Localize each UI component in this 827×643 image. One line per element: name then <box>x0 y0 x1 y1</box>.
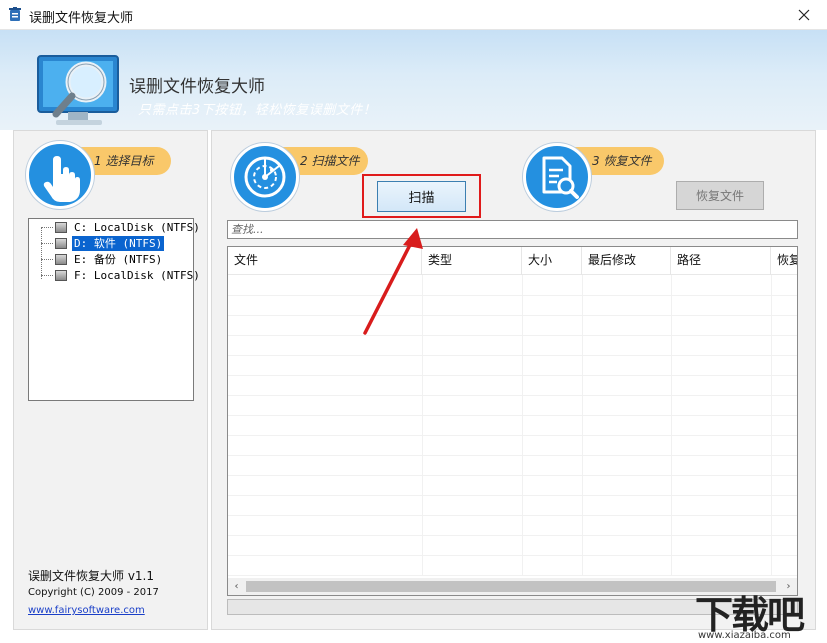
column-type[interactable]: 类型 <box>422 247 522 275</box>
table-column-line <box>522 275 523 575</box>
column-path[interactable]: 路径 <box>671 247 771 275</box>
table-row-line <box>228 455 797 456</box>
website-link[interactable]: www.fairysoftware.com <box>28 605 145 616</box>
drive-label: C: LocalDisk (NTFS) <box>74 221 200 234</box>
disk-icon <box>55 254 67 265</box>
step-3-label: 3 恢复文件 <box>592 154 652 168</box>
file-list-table[interactable]: 文件 类型 大小 最后修改 路径 恢复 ‹ › <box>227 246 798 596</box>
table-row-line <box>228 375 797 376</box>
table-row-line <box>228 295 797 296</box>
table-column-line <box>671 275 672 575</box>
table-row-line <box>228 335 797 336</box>
table-row-line <box>228 435 797 436</box>
drive-tree[interactable]: C: LocalDisk (NTFS) D: 软件 (NTFS) E: 备份 (… <box>28 218 200 401</box>
disk-icon <box>55 270 67 281</box>
tree-line <box>41 259 53 260</box>
window-title: 误删文件恢复大师 <box>29 11 134 26</box>
recover-files-button[interactable]: 恢复文件 <box>676 181 764 210</box>
drive-label: F: LocalDisk (NTFS) <box>74 269 200 282</box>
column-recover[interactable]: 恢复 <box>771 247 797 275</box>
step-2-label: 2 扫描文件 <box>300 154 360 168</box>
table-row-line <box>228 475 797 476</box>
left-panel: 1 选择目标 C: LocalDisk (NTFS) D: 软件 (NTFS) … <box>13 130 208 630</box>
table-row-line <box>228 415 797 416</box>
table-row-line <box>228 495 797 496</box>
tree-line <box>41 275 53 276</box>
step-1-circle <box>26 141 94 209</box>
header-banner: 误删文件恢复大师 只需点击3下按钮，轻松恢复误删文件！ <box>0 30 827 130</box>
close-icon <box>798 9 810 21</box>
table-row-line <box>228 395 797 396</box>
table-row-line <box>228 575 797 576</box>
column-modified[interactable]: 最后修改 <box>582 247 671 275</box>
title-bar: 误删文件恢复大师 <box>0 0 827 30</box>
step-3-circle <box>523 143 591 211</box>
scroll-left-button[interactable]: ‹ <box>228 578 245 595</box>
monitor-magnifier-logo <box>37 55 119 125</box>
radar-scan-icon <box>244 156 286 198</box>
annotation-arrow <box>363 228 423 335</box>
column-size[interactable]: 大小 <box>522 247 582 275</box>
table-header: 文件 类型 大小 最后修改 路径 恢复 <box>228 247 797 275</box>
tree-line <box>41 243 53 244</box>
step-1-label: 1 选择目标 <box>94 154 154 168</box>
table-column-line <box>771 275 772 575</box>
table-row-line <box>228 315 797 316</box>
table-row-line <box>228 555 797 556</box>
close-button[interactable] <box>781 0 827 30</box>
drive-label: D: 软件 (NTFS) <box>72 236 165 251</box>
scan-button[interactable]: 扫描 <box>377 181 466 212</box>
watermark: 下载吧 www.xiazaiba.com <box>690 584 827 643</box>
drive-label: E: 备份 (NTFS) <box>74 253 163 266</box>
hand-pointer-icon <box>43 156 80 202</box>
table-row-line <box>228 515 797 516</box>
table-row-line <box>228 535 797 536</box>
watermark-url: www.xiazaiba.com <box>698 630 791 641</box>
copyright-text: Copyright (C) 2009 - 2017 <box>28 587 159 598</box>
document-search-icon <box>542 156 579 199</box>
table-row-line <box>228 355 797 356</box>
disk-icon <box>55 238 67 249</box>
disk-icon <box>55 222 67 233</box>
version-text: 误删文件恢复大师 v1.1 <box>28 569 155 583</box>
step-2-circle <box>231 143 299 211</box>
search-input[interactable] <box>227 220 798 239</box>
banner-app-name: 误删文件恢复大师 <box>129 77 265 97</box>
table-column-line <box>582 275 583 575</box>
right-panel: 2 扫描文件 3 恢复文件 扫描 恢复文件 文件 类型 大小 最后修改 <box>211 130 816 630</box>
banner-slogan: 只需点击3下按钮，轻松恢复误删文件！ <box>138 103 377 118</box>
tree-line <box>41 227 42 279</box>
tree-line <box>41 227 53 228</box>
app-icon <box>9 7 21 21</box>
